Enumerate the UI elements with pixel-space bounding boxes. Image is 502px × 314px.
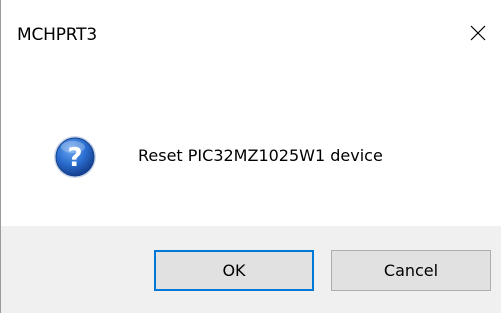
cancel-button[interactable]: Cancel xyxy=(331,250,491,291)
window-title: MCHPRT3 xyxy=(17,25,97,45)
message-text: Reset PIC32MZ1025W1 device xyxy=(138,146,383,165)
close-icon xyxy=(470,25,486,41)
question-icon: ? xyxy=(54,136,96,178)
message-dialog: MCHPRT3 ? Reset PIC32MZ1025W1 device OK … xyxy=(0,0,501,313)
svg-text:?: ? xyxy=(67,143,82,173)
dialog-content: ? Reset PIC32MZ1025W1 device xyxy=(1,78,501,226)
ok-button[interactable]: OK xyxy=(154,250,314,291)
title-bar[interactable]: MCHPRT3 xyxy=(1,0,501,78)
button-bar: OK Cancel xyxy=(1,226,501,313)
close-button[interactable] xyxy=(455,10,501,56)
